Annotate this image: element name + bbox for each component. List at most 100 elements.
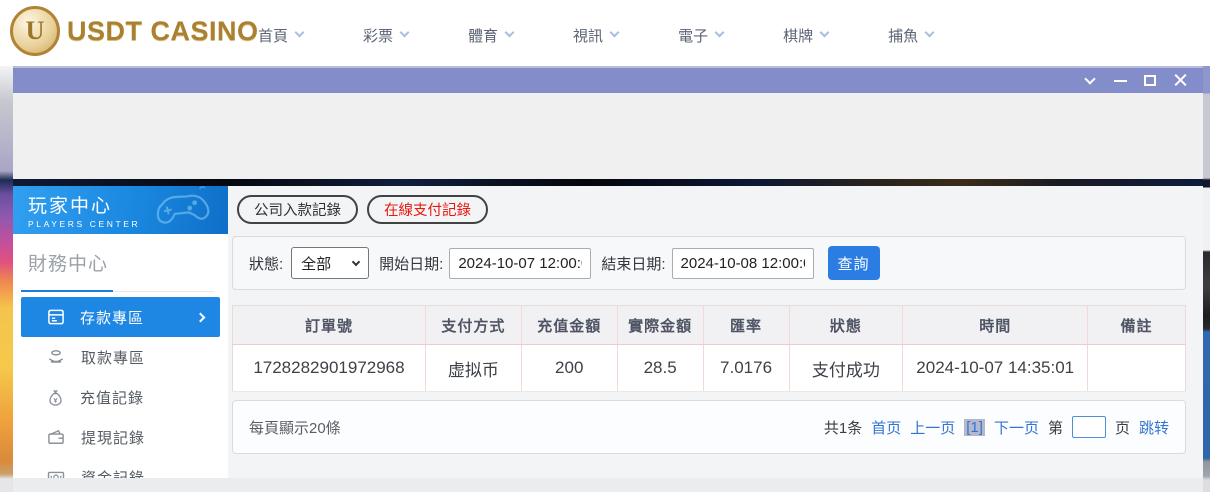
sidebar-item-funds-records[interactable]: 資金記錄 [13,457,228,478]
window-bottom-strip [13,478,1203,492]
chevron-down-icon [351,257,361,266]
nav-label: 首頁 [258,27,289,45]
chevron-down-icon [819,27,830,38]
sidebar: 玩家中心 PLAYERS CENTER 財務中心 存款專區 取款專區 充值記錄 … [13,186,228,478]
withdraw-icon [46,347,66,367]
site-logo[interactable]: U USDT CASINO [10,6,259,56]
nav-item-cards[interactable]: 棋牌 [783,25,830,46]
col-actual-amount: 實際金額 [616,305,704,345]
window-close-button[interactable] [1165,68,1195,93]
main-content: 公司入款記錄 在線支付記錄 狀態: 全部 開始日期: 結束日期: 查詢 [228,186,1203,478]
window-empty-area [13,93,1203,179]
page-jump-input[interactable] [1071,416,1106,438]
page-jump-button[interactable]: 跳转 [1139,417,1169,438]
banknote-icon [46,467,66,478]
chevron-down-icon [924,27,935,38]
player-center-window: 玩家中心 PLAYERS CENTER 財務中心 存款專區 取款專區 充值記錄 … [13,66,1203,492]
cell-payment-method: 虚拟币 [424,344,522,392]
banner-top-edge [13,179,1203,186]
main-menu: 首頁 彩票 體育 視訊 電子 棋牌 捕魚 [258,0,935,66]
sidebar-item-label: 資金記錄 [81,469,146,479]
sidebar-item-label: 提現記錄 [81,429,146,447]
sidebar-header: 玩家中心 PLAYERS CENTER [13,186,228,234]
window-dropdown-button[interactable] [1075,68,1105,93]
status-label: 狀態: [249,255,284,273]
status-select[interactable]: 全部 [291,247,370,279]
maximize-icon [1144,75,1156,86]
next-page-link[interactable]: 下一页 [994,417,1039,438]
page-size-text: 每頁顯示20條 [249,419,341,437]
table-row: 1728282901972968 虚拟币 200 28.5 7.0176 支付成… [232,344,1186,392]
filter-bar: 狀態: 全部 開始日期: 結束日期: 查詢 [232,236,1186,290]
sidebar-item-recharge-records[interactable]: 充值記錄 [13,377,228,417]
table-header-row: 訂單號 支付方式 充值金額 實際金額 匯率 狀態 時間 備註 [232,305,1186,345]
logo-letter: U [25,16,45,45]
background-page-left-edge [0,66,13,492]
sidebar-item-label: 取款專區 [81,349,146,367]
cell-actual-amount: 28.5 [616,344,704,392]
nav-label: 視訊 [573,27,604,45]
chevron-right-icon [195,312,206,322]
col-status: 狀態 [788,305,903,345]
col-time: 時間 [902,305,1088,345]
col-payment-method: 支付方式 [424,305,522,345]
sidebar-item-label: 充值記錄 [80,389,145,407]
sidebar-item-withdrawal-records[interactable]: 提現記錄 [13,417,228,457]
chevron-down-icon [1084,72,1096,85]
cell-note [1087,344,1186,392]
nav-label: 彩票 [363,27,394,45]
prev-page-link[interactable]: 上一页 [910,417,955,438]
cell-time: 2024-10-07 14:35:01 [902,344,1088,392]
section-divider [21,290,214,292]
pagination-bar: 每頁顯示20條 共1条 首页 上一页 [1] 下一页 第 页 跳转 [232,400,1186,454]
tab-company-deposit-records[interactable]: 公司入款記錄 [237,195,358,224]
nav-item-live[interactable]: 視訊 [573,25,620,46]
cell-order-no: 1728282901972968 [232,344,426,392]
window-maximize-button[interactable] [1135,68,1165,93]
nav-item-lottery[interactable]: 彩票 [363,25,410,46]
site-top-nav: U USDT CASINO 首頁 彩票 體育 視訊 電子 棋牌 捕魚 [0,0,1210,66]
end-date-label: 結束日期: [601,255,666,273]
minimize-icon [1113,79,1127,82]
pagination-controls: 共1条 首页 上一页 [1] 下一页 第 页 跳转 [824,416,1169,438]
close-icon [1174,74,1187,87]
total-count-text: 共1条 [823,419,863,437]
tab-online-payment-records[interactable]: 在線支付記錄 [367,195,488,224]
record-tabs: 公司入款記錄 在線支付記錄 [237,195,1203,224]
jump-suffix-text: 页 [1114,419,1130,437]
col-exchange-rate: 匯率 [702,305,789,345]
nav-label: 電子 [678,27,709,45]
nav-item-slots[interactable]: 電子 [678,25,725,46]
first-page-link[interactable]: 首页 [871,417,901,438]
chevron-down-icon [714,27,725,38]
deposit-icon [46,307,66,327]
sidebar-section: 財務中心 [13,234,228,292]
window-titlebar[interactable] [13,66,1203,93]
col-note: 備註 [1087,305,1186,345]
jump-prefix-text: 第 [1047,419,1063,437]
sidebar-item-label: 存款專區 [80,309,145,327]
logo-coin-icon: U [10,6,60,56]
nav-label: 棋牌 [783,27,814,45]
background-page-right-edge [1203,66,1210,492]
cell-exchange-rate: 7.0176 [702,344,789,392]
nav-item-sports[interactable]: 體育 [468,25,515,46]
wallet-icon [46,427,66,447]
end-date-input[interactable] [671,247,814,279]
nav-item-home[interactable]: 首頁 [258,25,305,46]
cell-recharge-amount: 200 [520,344,618,392]
chevron-down-icon [399,27,410,38]
brand-name: USDT CASINO [67,15,259,46]
nav-label: 體育 [468,27,499,45]
money-bag-icon [46,388,65,407]
nav-item-fishing[interactable]: 捕魚 [888,25,935,46]
sidebar-item-withdraw[interactable]: 取款專區 [13,337,228,377]
start-date-input[interactable] [449,247,592,279]
current-page-indicator: [1] [964,418,985,436]
nav-label: 捕魚 [888,27,919,45]
sidebar-item-deposit[interactable]: 存款專區 [21,297,220,337]
chevron-down-icon [609,27,620,38]
query-button[interactable]: 查詢 [827,246,880,280]
window-minimize-button[interactable] [1105,68,1135,93]
status-select-value: 全部 [301,255,332,273]
